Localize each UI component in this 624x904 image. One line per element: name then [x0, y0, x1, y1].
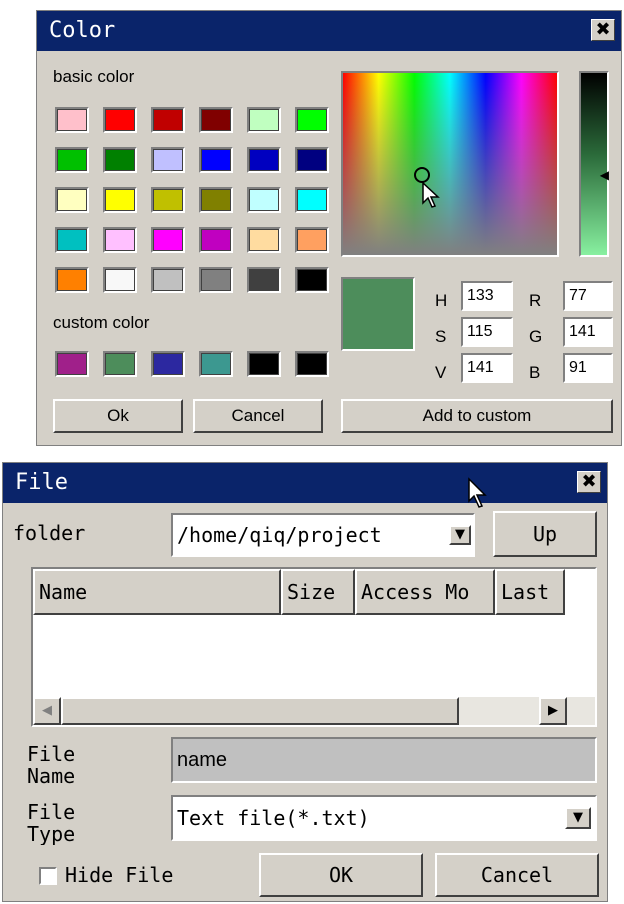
column-header[interactable]: Size: [281, 569, 355, 615]
v-label: V: [435, 363, 447, 382]
custom-color-swatch[interactable]: [103, 351, 137, 377]
close-icon[interactable]: ✖: [591, 19, 615, 41]
color-dialog-title: Color: [49, 18, 116, 43]
g-label: G: [529, 327, 543, 346]
column-header[interactable]: Name: [33, 569, 281, 615]
basic-color-swatch[interactable]: [199, 147, 233, 173]
custom-color-swatch[interactable]: [199, 351, 233, 377]
folder-dropdown-chevron-down-icon[interactable]: ▼: [449, 525, 471, 545]
cancel-button[interactable]: Cancel: [193, 399, 323, 433]
add-to-custom-button[interactable]: Add to custom: [341, 399, 613, 433]
basic-color-swatch[interactable]: [247, 107, 281, 133]
file-type-select[interactable]: Text file(*.txt): [171, 795, 597, 841]
file-name-input[interactable]: name: [171, 737, 597, 783]
scrollbar-thumb[interactable]: [61, 697, 459, 725]
hide-file-checkbox[interactable]: [39, 867, 57, 885]
basic-color-swatch[interactable]: [151, 187, 185, 213]
cancel-button[interactable]: Cancel: [435, 853, 599, 897]
s-input[interactable]: 115: [461, 317, 513, 347]
b-label: B: [529, 363, 541, 382]
luminance-slider[interactable]: ◀: [579, 71, 609, 257]
basic-color-swatch[interactable]: [103, 147, 137, 173]
scroll-left-icon[interactable]: ◀: [33, 697, 61, 725]
mouse-cursor-icon: [422, 181, 440, 208]
b-input[interactable]: 91: [563, 353, 613, 383]
scroll-right-icon[interactable]: ▶: [539, 697, 567, 725]
basic-color-swatch[interactable]: [295, 147, 329, 173]
basic-color-swatch[interactable]: [55, 227, 89, 253]
basic-color-swatch[interactable]: [151, 267, 185, 293]
hide-file-label: Hide File: [65, 863, 174, 887]
column-header[interactable]: Access Mo: [355, 569, 495, 615]
mouse-cursor-icon: [468, 477, 487, 508]
horizontal-scrollbar[interactable]: ◀ ▶: [33, 697, 595, 725]
ok-button[interactable]: OK: [259, 853, 423, 897]
basic-color-swatch[interactable]: [151, 147, 185, 173]
ok-button[interactable]: Ok: [53, 399, 183, 433]
basic-color-swatch[interactable]: [295, 187, 329, 213]
r-input[interactable]: 77: [563, 281, 613, 311]
file-dialog-title: File: [15, 470, 68, 495]
basic-color-swatch[interactable]: [199, 187, 233, 213]
basic-color-swatch[interactable]: [295, 267, 329, 293]
basic-color-swatch[interactable]: [151, 107, 185, 133]
up-button[interactable]: Up: [493, 511, 597, 557]
color-dialog-titlebar[interactable]: Color ✖: [37, 11, 621, 51]
luminance-pointer-icon: ◀: [599, 168, 609, 182]
file-list[interactable]: Name Size Access Mo Last ◀ ▶: [31, 567, 597, 727]
custom-color-swatch[interactable]: [151, 351, 185, 377]
basic-color-swatch[interactable]: [247, 227, 281, 253]
basic-color-label: basic color: [53, 67, 135, 86]
basic-color-swatch[interactable]: [55, 267, 89, 293]
basic-color-swatch[interactable]: [103, 227, 137, 253]
basic-color-swatch[interactable]: [55, 147, 89, 173]
folder-path: /home/qiq/project: [177, 523, 382, 547]
h-input[interactable]: 133: [461, 281, 513, 311]
basic-color-swatch[interactable]: [103, 187, 137, 213]
file-type-chevron-down-icon[interactable]: ▼: [565, 807, 591, 829]
s-label: S: [435, 327, 447, 346]
custom-color-swatch[interactable]: [295, 351, 329, 377]
color-dialog: Color ✖ basic color custom color ◀ H 133…: [36, 10, 622, 446]
basic-color-swatch[interactable]: [247, 187, 281, 213]
folder-combobox[interactable]: /home/qiq/project: [171, 513, 475, 557]
basic-color-swatch[interactable]: [55, 187, 89, 213]
basic-color-swatch[interactable]: [151, 227, 185, 253]
custom-color-swatch[interactable]: [247, 351, 281, 377]
color-spectrum[interactable]: [341, 71, 559, 257]
custom-color-swatch[interactable]: [55, 351, 89, 377]
basic-color-swatch[interactable]: [199, 267, 233, 293]
column-header[interactable]: Last: [495, 569, 565, 615]
current-color-preview: [341, 277, 415, 351]
close-icon[interactable]: ✖: [577, 471, 601, 493]
g-input[interactable]: 141: [563, 317, 613, 347]
basic-color-swatch[interactable]: [247, 147, 281, 173]
basic-color-swatch[interactable]: [55, 107, 89, 133]
file-list-header: Name Size Access Mo Last: [33, 569, 595, 615]
file-name-label: File Name: [27, 743, 76, 787]
basic-color-swatch[interactable]: [199, 107, 233, 133]
r-label: R: [529, 291, 542, 310]
basic-color-swatch[interactable]: [199, 227, 233, 253]
file-dialog-titlebar[interactable]: File ✖: [3, 463, 607, 503]
h-label: H: [435, 291, 448, 310]
file-type-label: File Type: [27, 801, 76, 845]
basic-color-swatch[interactable]: [295, 107, 329, 133]
basic-color-swatch[interactable]: [103, 107, 137, 133]
v-input[interactable]: 141: [461, 353, 513, 383]
basic-color-swatch[interactable]: [103, 267, 137, 293]
file-dialog: File ✖ folder /home/qiq/project ▼ Up Nam…: [2, 462, 608, 902]
file-type-value: Text file(*.txt): [177, 806, 370, 830]
basic-color-swatch[interactable]: [247, 267, 281, 293]
folder-label: folder: [13, 521, 86, 545]
custom-color-label: custom color: [53, 313, 150, 332]
basic-color-swatch[interactable]: [295, 227, 329, 253]
